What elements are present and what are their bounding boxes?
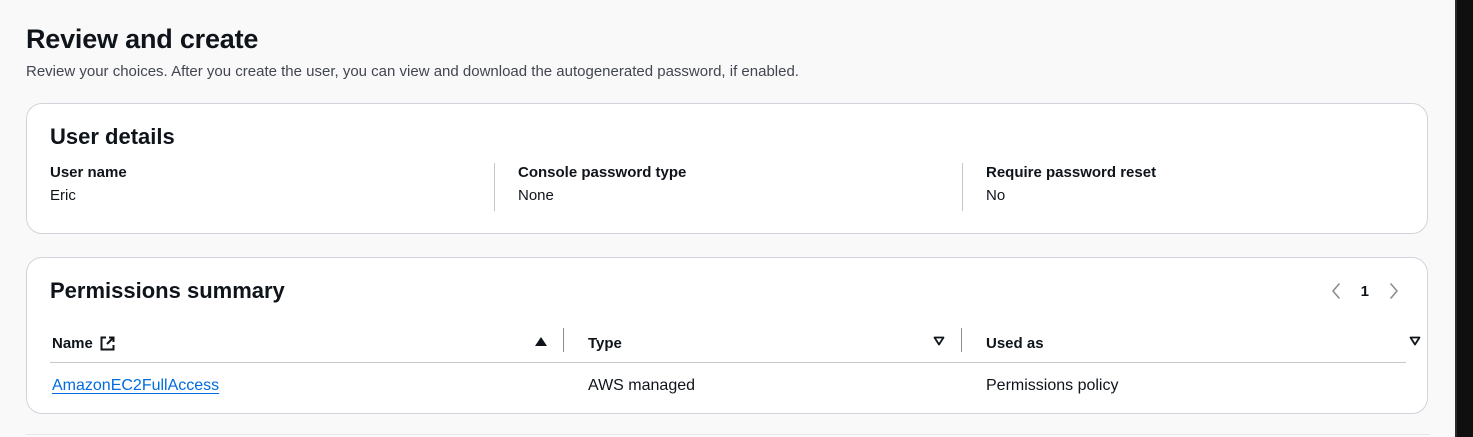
column-resizer[interactable] [563, 328, 564, 352]
policy-name-cell: AmazonEC2FullAccess [52, 363, 219, 409]
sort-ascending-icon[interactable] [533, 332, 549, 350]
permissions-summary-card: Permissions summary 1 Name Type Used as … [26, 257, 1428, 414]
table-header: Name Type Used as [50, 324, 1421, 363]
column-resizer[interactable] [961, 328, 962, 352]
column-header-used-as[interactable]: Used as [986, 324, 1044, 362]
policy-used-as-cell: Permissions policy [986, 377, 1119, 394]
column-header-name-label: Name [52, 334, 93, 352]
require-password-reset-field: Require password reset No [986, 163, 1156, 211]
policy-type-cell: AWS managed [588, 377, 696, 394]
user-details-card: User details User name Eric Console pass… [26, 103, 1428, 234]
current-page-number[interactable]: 1 [1361, 283, 1369, 300]
permissions-summary-title: Permissions summary [50, 278, 285, 303]
pagination: 1 [1329, 280, 1401, 302]
chevron-right-icon[interactable] [1387, 280, 1401, 302]
console-password-type-field: Console password type None [518, 163, 686, 211]
column-header-used-as-label: Used as [986, 334, 1044, 352]
table-body: AmazonEC2FullAccess AWS managed Permissi… [50, 363, 1406, 409]
column-header-type-label: Type [588, 334, 622, 352]
chevron-left-icon[interactable] [1329, 280, 1343, 302]
require-password-reset-label: Require password reset [986, 164, 1157, 181]
page-subtitle: Review your choices. After you create th… [26, 63, 799, 80]
sort-icon[interactable] [931, 332, 947, 350]
next-section-edge [26, 434, 1430, 435]
console-password-type-label: Console password type [518, 164, 687, 181]
user-details-title: User details [50, 124, 175, 149]
window-edge-border [1455, 0, 1457, 437]
policy-name-link[interactable]: AmazonEC2FullAccess [52, 377, 219, 395]
table-row: AmazonEC2FullAccess AWS managed Permissi… [50, 363, 1406, 409]
column-divider [962, 163, 963, 211]
permissions-table: Name Type Used as AmazonEC2FullAccess AW… [50, 324, 1421, 409]
column-divider [494, 163, 495, 211]
user-name-label: User name [50, 164, 127, 181]
external-link-icon[interactable] [99, 335, 116, 352]
window-edge [1455, 0, 1473, 437]
console-password-type-value: None [518, 187, 554, 204]
user-name-field: User name Eric [50, 163, 127, 211]
column-header-type[interactable]: Type [588, 324, 622, 362]
require-password-reset-value: No [986, 187, 1006, 204]
sort-icon[interactable] [1407, 332, 1423, 350]
user-name-value: Eric [50, 187, 76, 204]
column-header-name[interactable]: Name [52, 324, 116, 362]
page-title: Review and create [26, 24, 259, 54]
